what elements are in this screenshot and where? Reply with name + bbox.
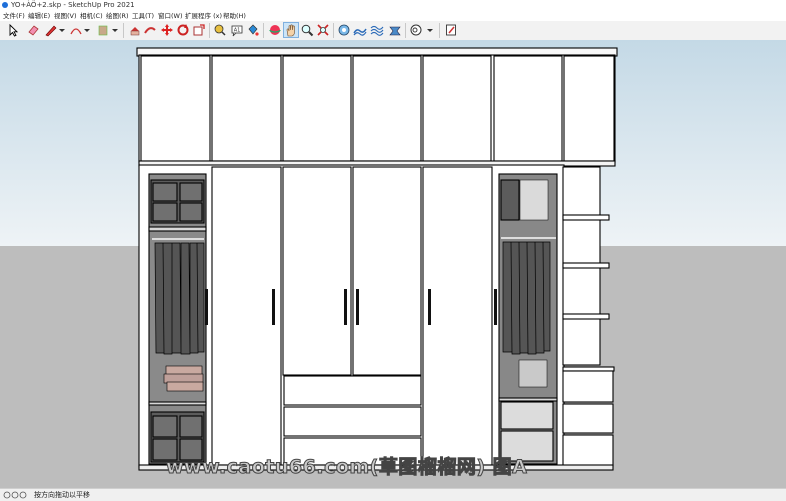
chevron-down-icon[interactable] <box>80 23 94 37</box>
status-bar: 按方向拖动以平移 <box>0 488 786 501</box>
svg-text:A1: A1 <box>234 28 241 34</box>
drawer-2 <box>283 406 422 437</box>
status-text: 按方向拖动以平移 <box>34 491 90 499</box>
wardrobe-model[interactable] <box>0 40 786 488</box>
menu-draw[interactable]: 绘图(R) <box>106 11 129 21</box>
watermark-text: www.caotu66.com(草图榴榴网) 图A <box>165 456 528 479</box>
push-pull-icon[interactable] <box>128 23 142 37</box>
menu-extensions[interactable]: 扩展程序 (x) <box>185 11 222 21</box>
text-tool-icon[interactable]: A1 <box>230 23 244 37</box>
menu-edit[interactable]: 编辑(E) <box>28 11 50 21</box>
scale-icon[interactable] <box>192 23 206 37</box>
sandbox-icon[interactable] <box>370 23 384 37</box>
chevron-down-icon[interactable] <box>108 23 122 37</box>
zoom-extents-icon[interactable] <box>316 23 330 37</box>
tape-measure-icon[interactable] <box>213 23 227 37</box>
toolbar: A1 <box>0 21 786 41</box>
drawer-1 <box>283 375 422 406</box>
follow-me-icon[interactable] <box>143 23 157 37</box>
menu-camera[interactable]: 相机(C) <box>80 11 103 21</box>
sketchup-app-icon <box>2 2 8 8</box>
chevron-down-icon[interactable] <box>423 23 437 37</box>
add-location-icon[interactable] <box>337 23 351 37</box>
title-bar: YO+ÀÖ+2.skp - SketchUp Pro 2021 <box>0 0 786 11</box>
pan-hand-icon[interactable] <box>283 22 299 38</box>
chevron-down-icon[interactable] <box>55 23 69 37</box>
toolbar-separator <box>263 23 264 38</box>
door-2 <box>282 166 352 376</box>
toolbar-separator <box>439 23 440 38</box>
toolbar-separator <box>123 23 124 38</box>
user-status-icon <box>19 491 27 499</box>
menu-bar: 文件(F) 编辑(E) 视图(V) 相机(C) 绘图(R) 工具(T) 窗口(W… <box>0 11 786 21</box>
menu-tools[interactable]: 工具(T) <box>132 11 154 21</box>
zoom-icon[interactable] <box>300 23 314 37</box>
status-icons <box>3 491 27 499</box>
menu-file[interactable]: 文件(F) <box>3 11 25 21</box>
orbit-icon[interactable] <box>268 23 282 37</box>
terrain-icon[interactable] <box>353 23 367 37</box>
eraser-icon[interactable] <box>26 23 40 37</box>
toolbar-separator <box>209 23 210 38</box>
credits-status-icon <box>11 491 19 499</box>
select-icon[interactable] <box>6 23 20 37</box>
door-4 <box>422 166 493 466</box>
door-3 <box>352 166 422 376</box>
toolbar-separator <box>333 23 334 38</box>
move-icon[interactable] <box>160 23 174 37</box>
model-viewport[interactable] <box>0 40 786 488</box>
warehouse-icon[interactable] <box>409 23 423 37</box>
door-1 <box>211 166 282 466</box>
menu-view[interactable]: 视图(V) <box>54 11 77 21</box>
rotate-icon[interactable] <box>176 23 190 37</box>
geo-status-icon <box>3 491 11 499</box>
menu-help[interactable]: 帮助(H) <box>223 11 246 21</box>
geo-location-icon[interactable] <box>388 23 402 37</box>
menu-window[interactable]: 窗口(W) <box>158 11 183 21</box>
toolbar-separator <box>405 23 406 38</box>
extension-warehouse-icon[interactable] <box>444 23 458 37</box>
window-title: YO+ÀÖ+2.skp - SketchUp Pro 2021 <box>11 1 135 9</box>
paint-bucket-icon[interactable] <box>246 23 260 37</box>
